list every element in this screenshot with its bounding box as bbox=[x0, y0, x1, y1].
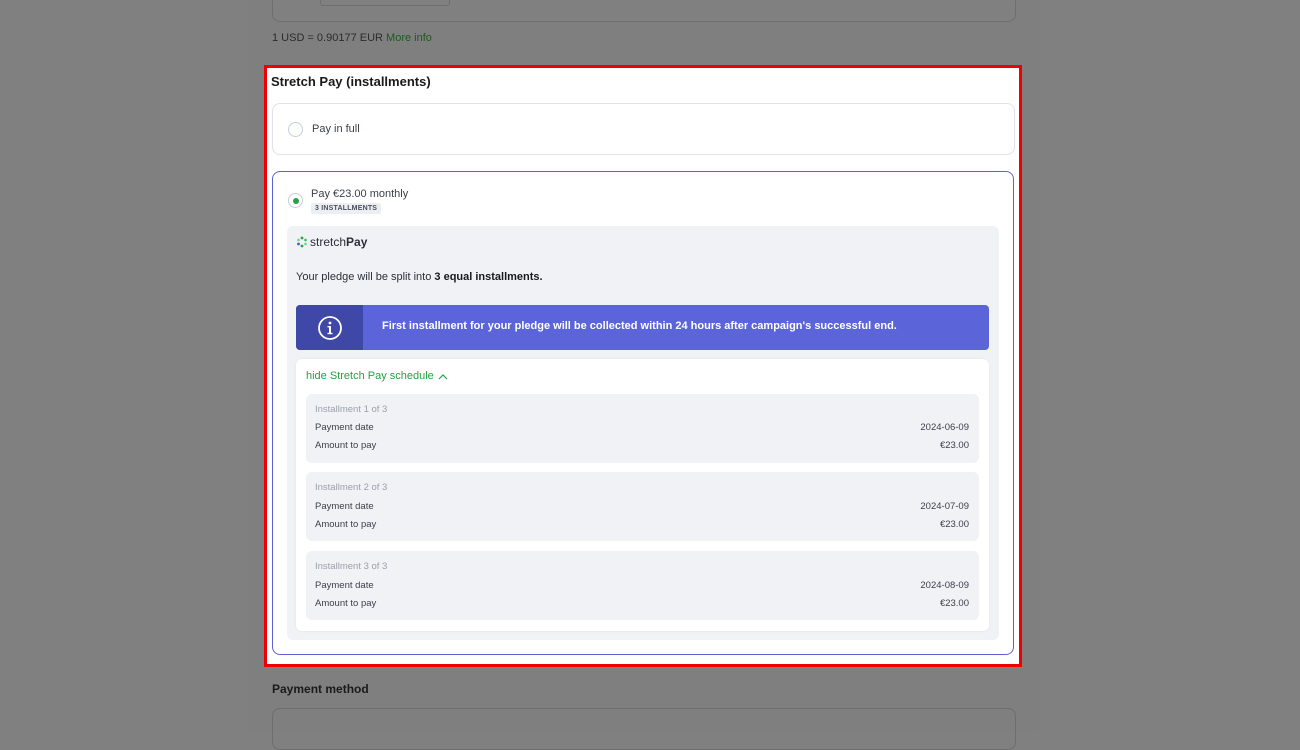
split-description: Your pledge will be split into 3 equal i… bbox=[296, 271, 543, 283]
section-title: Stretch Pay (installments) bbox=[271, 74, 431, 89]
logo-text-bold: Pay bbox=[346, 235, 368, 249]
installments-badge: 3 INSTALLMENTS bbox=[311, 203, 382, 214]
stretch-pay-logo: stretch Pay bbox=[296, 235, 367, 249]
info-message: First installment for your pledge will b… bbox=[382, 320, 897, 332]
logo-text-light: stretch bbox=[310, 235, 347, 249]
payment-date-label: Payment date bbox=[315, 501, 374, 512]
payment-date-value: 2024-07-09 bbox=[920, 501, 969, 512]
info-icon-container bbox=[296, 305, 363, 350]
chevron-up-icon bbox=[438, 373, 448, 379]
payment-method-card[interactable] bbox=[272, 708, 1016, 750]
payment-method-title: Payment method bbox=[272, 682, 369, 696]
payment-date-value: 2024-06-09 bbox=[920, 422, 969, 433]
more-info-link[interactable]: More info bbox=[386, 32, 432, 44]
installment-title: Installment 2 of 3 bbox=[315, 482, 388, 493]
installment-card: Installment 2 of 3 Payment date 2024-07-… bbox=[306, 472, 979, 541]
installment-title: Installment 1 of 3 bbox=[315, 404, 388, 415]
schedule-panel: hide Stretch Pay schedule Installment 1 … bbox=[296, 359, 989, 631]
payment-date-label: Payment date bbox=[315, 422, 374, 433]
installment-title: Installment 3 of 3 bbox=[315, 561, 388, 572]
stretch-pay-logo-icon bbox=[297, 236, 307, 248]
pay-monthly-option[interactable]: Pay €23.00 monthly 3 INSTALLMENTS stretc… bbox=[272, 171, 1014, 655]
exchange-rate-text: 1 USD = 0.90177 EUR bbox=[272, 32, 383, 44]
amount-value: €23.00 bbox=[939, 440, 969, 451]
installment-card: Installment 1 of 3 Payment date 2024-06-… bbox=[306, 394, 979, 463]
info-banner: First installment for your pledge will b… bbox=[296, 305, 989, 350]
amount-value: €23.00 bbox=[939, 519, 969, 530]
info-icon bbox=[317, 315, 342, 340]
pay-in-full-label: Pay in full bbox=[312, 123, 360, 135]
hide-schedule-link[interactable]: hide Stretch Pay schedule bbox=[306, 370, 448, 382]
payment-date-label: Payment date bbox=[315, 580, 374, 591]
amount-input[interactable] bbox=[320, 0, 450, 6]
exchange-rate: 1 USD = 0.90177 EUR More info bbox=[272, 32, 432, 44]
hide-schedule-label: hide Stretch Pay schedule bbox=[306, 370, 434, 382]
payment-date-value: 2024-08-09 bbox=[920, 580, 969, 591]
installment-card: Installment 3 of 3 Payment date 2024-08-… bbox=[306, 551, 979, 620]
pay-monthly-radio[interactable] bbox=[288, 193, 303, 208]
pay-monthly-label: Pay €23.00 monthly bbox=[311, 188, 409, 200]
pay-in-full-radio[interactable] bbox=[288, 122, 303, 137]
stretch-pay-box: stretch Pay Your pledge will be split int… bbox=[287, 226, 999, 640]
amount-label: Amount to pay bbox=[315, 519, 377, 530]
amount-label: Amount to pay bbox=[315, 440, 377, 451]
stretch-pay-section: Stretch Pay (installments) Pay in full P… bbox=[264, 65, 1022, 667]
amount-value: €23.00 bbox=[939, 598, 969, 609]
pay-in-full-option[interactable]: Pay in full bbox=[272, 103, 1015, 155]
split-text-prefix: Your pledge will be split into bbox=[296, 271, 435, 283]
amount-label: Amount to pay bbox=[315, 598, 377, 609]
split-text-bold: 3 equal installments. bbox=[434, 271, 543, 283]
